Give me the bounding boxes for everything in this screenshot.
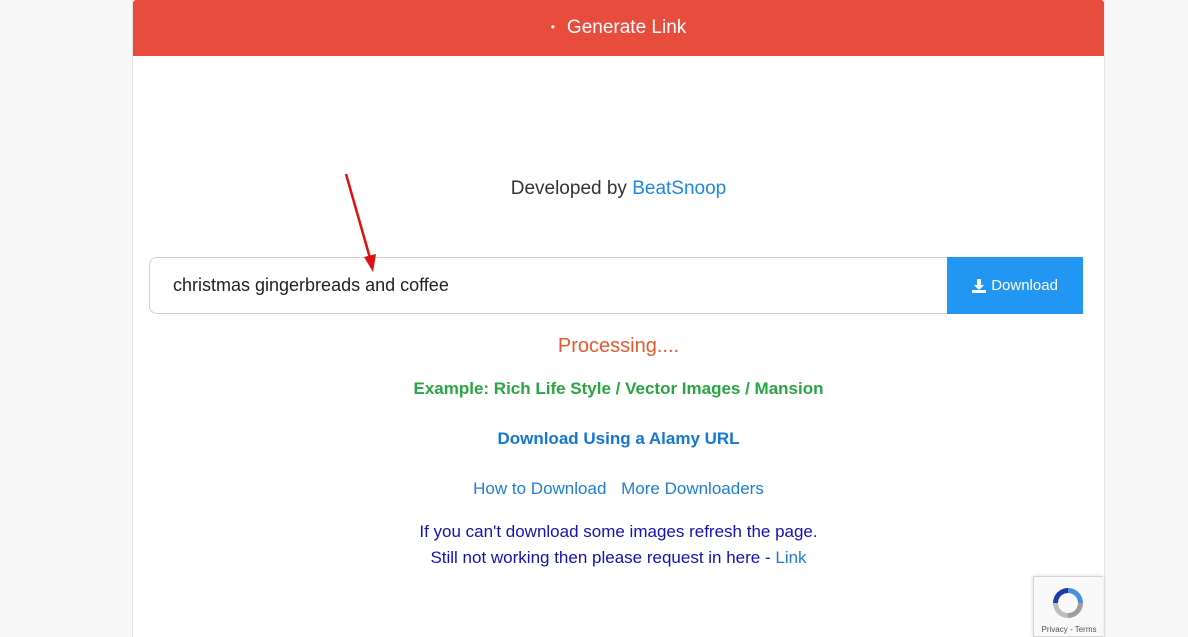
header-title: Generate Link [566, 17, 687, 38]
generate-link-header: • Generate Link [133, 0, 1104, 56]
more-downloaders-link[interactable]: More Downloaders [621, 479, 764, 498]
search-form: Download [149, 257, 1083, 314]
developed-by-line: Developed by BeatSnoop [133, 178, 1104, 200]
download-icon [972, 278, 987, 293]
download-button-label: Download [991, 277, 1058, 294]
help-note-line2-text: Still not working then please request in… [430, 548, 776, 567]
download-button[interactable]: Download [947, 257, 1083, 314]
recaptcha-legal[interactable]: Privacy - Terms [1034, 625, 1104, 634]
helper-links: How to Download More Downloaders [133, 479, 1104, 499]
help-note-line2: Still not working then please request in… [133, 545, 1104, 571]
recaptcha-badge[interactable]: Privacy - Terms [1033, 576, 1103, 637]
help-note: If you can't download some images refres… [133, 519, 1104, 571]
request-link[interactable]: Link [775, 548, 806, 567]
recaptcha-icon [1049, 585, 1087, 626]
header-bullet: • [550, 20, 555, 34]
processing-status: Processing.... [557, 335, 680, 357]
help-note-line1: If you can't download some images refres… [419, 522, 818, 541]
alamy-url-link[interactable]: Download Using a Alamy URL [133, 429, 1104, 449]
how-to-download-link[interactable]: How to Download [473, 479, 606, 498]
example-text: Example: Rich Life Style / Vector Images… [413, 379, 824, 398]
search-input[interactable] [149, 257, 948, 314]
beatsnoop-link[interactable]: BeatSnoop [632, 178, 726, 199]
developed-by-prefix: Developed by [510, 178, 627, 199]
main-card: • Generate Link Developed by BeatSnoop D… [132, 0, 1105, 637]
